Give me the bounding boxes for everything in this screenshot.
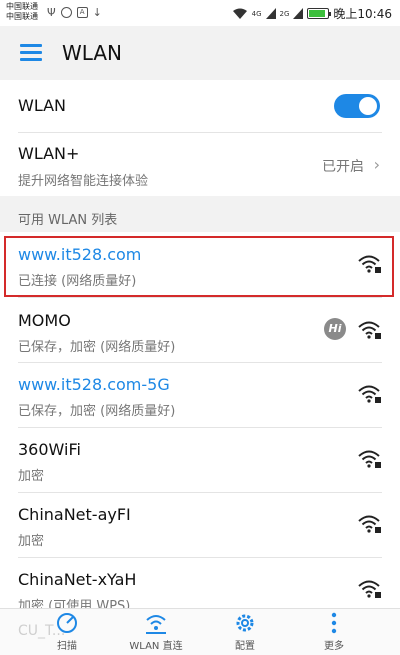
wifi-status-icon (232, 8, 247, 19)
divider (18, 492, 382, 493)
download-icon: ↓ (92, 6, 102, 19)
more-button[interactable]: 更多 (289, 611, 379, 652)
chevron-right-icon: › (373, 155, 380, 174)
network-name[interactable]: www.it528.com-5G (18, 375, 170, 394)
menu-icon[interactable] (20, 44, 42, 62)
more-label: 更多 (324, 641, 344, 652)
status-bar: 中国联通 中国联通 Ψ A ↓ 4G 2G 晚上10:46 (0, 0, 400, 26)
huawei-hi-badge-icon: Hi (324, 318, 346, 340)
signal-1-icon (265, 8, 276, 19)
signal-label-2: 2G (279, 9, 290, 18)
divider (18, 362, 382, 363)
divider (18, 427, 382, 428)
signal-label-1: 4G (251, 9, 262, 18)
divider (18, 557, 382, 558)
partial-network-name: CU_T... (18, 623, 66, 639)
wifi-lock-icon (358, 385, 381, 403)
page-title: WLAN (62, 41, 123, 65)
divider (18, 132, 382, 133)
app-bar: WLAN (0, 26, 400, 80)
wlan-toggle[interactable] (334, 94, 380, 118)
app-notification-icon (60, 7, 72, 18)
wlan-plus-status: 已开启 (322, 159, 364, 175)
network-name[interactable]: ChinaNet-xYaH (18, 570, 136, 589)
battery-icon (307, 8, 332, 19)
network-name[interactable]: 360WiFi (18, 440, 81, 459)
more-vert-icon (331, 612, 337, 634)
status-right: 4G 2G 晚上10:46 (232, 5, 392, 22)
notification-icons: Ψ A ↓ (47, 6, 102, 19)
wifi-lock-icon (358, 580, 381, 598)
wifi-lock-icon (358, 321, 381, 339)
a-notification-icon: A (76, 7, 88, 18)
network-status: 已保存，加密 (网络质量好) (18, 404, 176, 419)
network-name[interactable]: ChinaNet-ayFI (18, 505, 131, 524)
carrier-labels: 中国联通 中国联通 (6, 2, 38, 22)
divider (18, 297, 382, 298)
wlan-direct-label: WLAN 直连 (129, 641, 183, 652)
network-status: 加密 (18, 534, 45, 549)
clock: 晚上10:46 (333, 7, 392, 21)
carrier-2: 中国联通 (6, 12, 38, 21)
wlan-plus-subtitle: 提升网络智能连接体验 (18, 174, 149, 189)
toggle-knob (359, 97, 377, 115)
network-status: 已保存，加密 (网络质量好) (18, 340, 176, 355)
wifi-lock-icon (358, 515, 381, 533)
carrier-1: 中国联通 (6, 2, 38, 11)
connected-network-highlight (4, 236, 394, 297)
config-button[interactable]: 配置 (200, 611, 290, 652)
section-label: 可用 WLAN 列表 (18, 213, 118, 228)
scan-label: 扫描 (57, 641, 77, 652)
network-status: 加密 (18, 469, 45, 484)
usb-icon: Ψ (47, 6, 56, 19)
wlan-switch-label: WLAN (18, 96, 67, 115)
wlan-direct-icon (146, 615, 166, 634)
wlan-plus-title[interactable]: WLAN+ (18, 144, 79, 163)
signal-2-icon (293, 8, 304, 19)
wifi-lock-icon (358, 450, 381, 468)
wlan-direct-button[interactable]: WLAN 直连 (111, 611, 201, 652)
gear-icon (236, 614, 254, 632)
network-name[interactable]: MOMO (18, 311, 71, 330)
config-label: 配置 (235, 641, 255, 652)
